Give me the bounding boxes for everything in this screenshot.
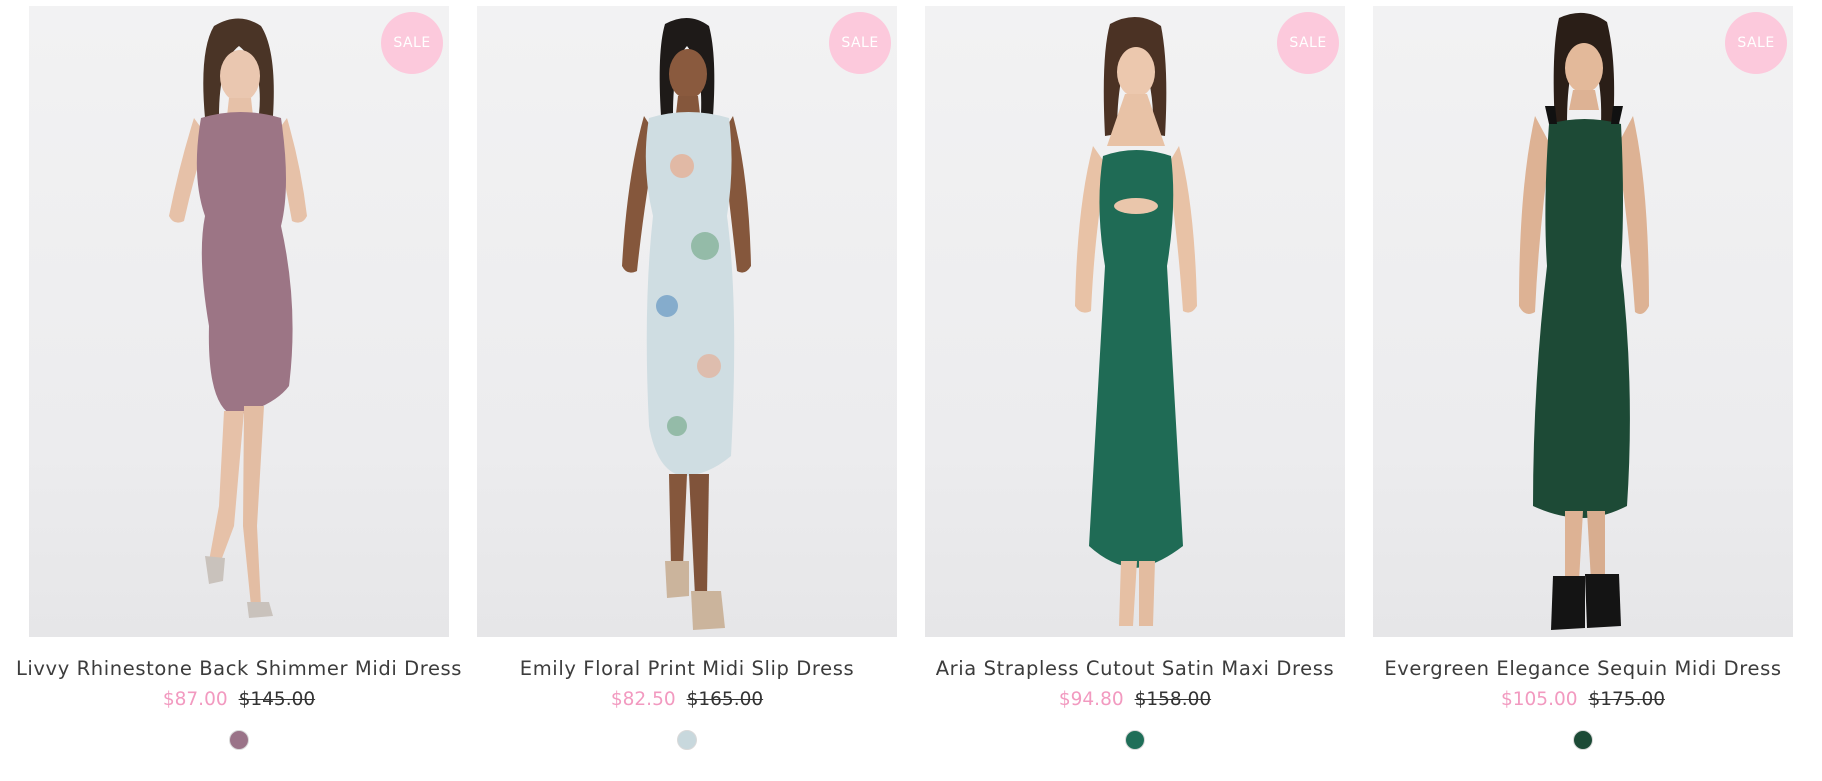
color-swatches <box>229 730 249 750</box>
color-swatch[interactable] <box>1125 730 1145 750</box>
product-card[interactable]: SALE Livvy Rhinestone Back Shimmer Midi … <box>16 6 461 750</box>
sale-badge: SALE <box>1725 12 1787 74</box>
color-swatches <box>677 730 697 750</box>
sale-badge: SALE <box>829 12 891 74</box>
product-image[interactable]: SALE <box>1373 6 1793 637</box>
sale-price: $105.00 <box>1500 689 1578 710</box>
original-price: $145.00 <box>238 689 316 710</box>
product-grid: SALE Livvy Rhinestone Back Shimmer Midi … <box>16 6 1793 750</box>
product-title[interactable]: Aria Strapless Cutout Satin Maxi Dress <box>936 657 1335 680</box>
original-price: $175.00 <box>1588 689 1666 710</box>
product-title[interactable]: Emily Floral Print Midi Slip Dress <box>520 657 854 680</box>
color-swatch[interactable] <box>1573 730 1593 750</box>
sale-badge: SALE <box>1277 12 1339 74</box>
product-prices: $94.80 $158.00 <box>1059 689 1211 710</box>
model-photo <box>169 18 307 618</box>
product-prices: $87.00 $145.00 <box>163 689 315 710</box>
color-swatch[interactable] <box>677 730 697 750</box>
product-card[interactable]: SALE Aria Strapless Cutout Satin Maxi Dr… <box>925 6 1345 750</box>
product-title[interactable]: Livvy Rhinestone Back Shimmer Midi Dress <box>16 657 462 680</box>
product-prices: $105.00 $175.00 <box>1501 689 1665 710</box>
original-price: $158.00 <box>1134 689 1212 710</box>
color-swatches <box>1125 730 1145 750</box>
product-card[interactable]: SALE Emily Floral Print Midi Slip Dress … <box>477 6 897 750</box>
sale-price: $87.00 <box>162 689 228 710</box>
product-image[interactable]: SALE <box>925 6 1345 637</box>
product-prices: $82.50 $165.00 <box>611 689 763 710</box>
product-title[interactable]: Evergreen Elegance Sequin Midi Dress <box>1384 657 1781 680</box>
model-photo <box>1519 12 1649 630</box>
sale-price: $82.50 <box>610 689 676 710</box>
product-image[interactable]: SALE <box>29 6 449 637</box>
product-image[interactable]: SALE <box>477 6 897 637</box>
model-photo <box>1075 16 1197 626</box>
model-photo <box>622 17 751 630</box>
sale-badge: SALE <box>381 12 443 74</box>
original-price: $165.00 <box>686 689 764 710</box>
color-swatch[interactable] <box>229 730 249 750</box>
color-swatches <box>1573 730 1593 750</box>
product-card[interactable]: SALE Evergreen Elegance Sequin Midi Dres… <box>1373 6 1793 750</box>
sale-price: $94.80 <box>1058 689 1124 710</box>
